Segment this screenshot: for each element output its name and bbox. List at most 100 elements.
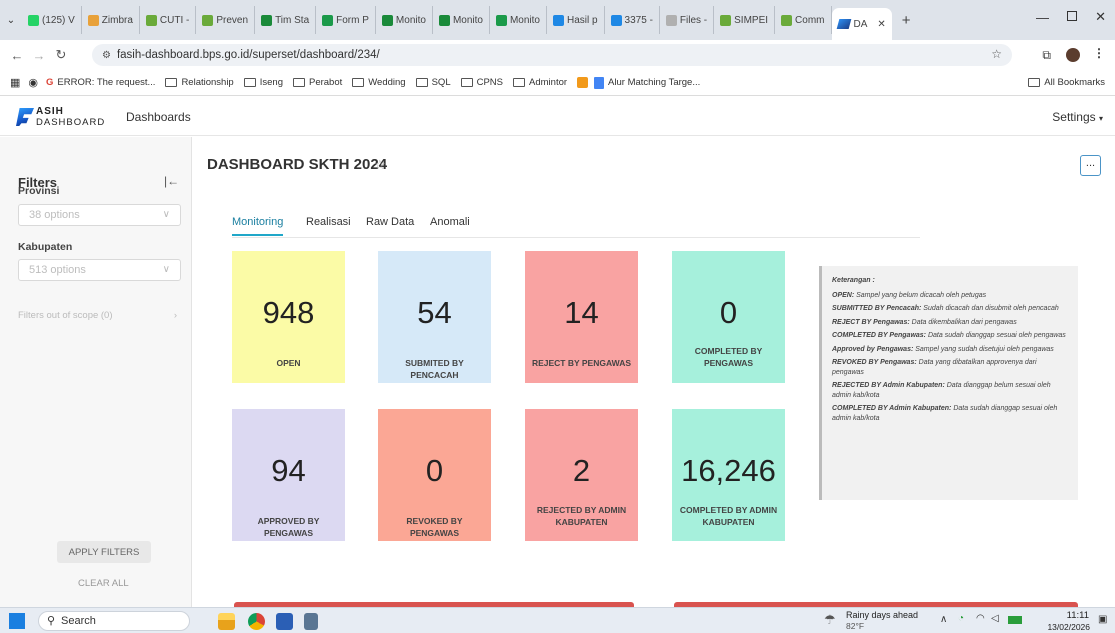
windows-start-icon[interactable] [9, 613, 25, 629]
browser-tab[interactable]: SIMPEI [714, 6, 776, 34]
legend-key: COMPLETED BY Pengawas: [832, 332, 927, 339]
profile-avatar[interactable] [1066, 48, 1080, 62]
bookmark-item[interactable]: Wedding [352, 77, 406, 88]
fasih-logo[interactable]: ASIH DASHBOARD [16, 106, 116, 130]
tab-realisasi[interactable]: Realisasi [306, 216, 351, 228]
tab-favicon-icon [610, 14, 622, 26]
back-icon[interactable]: ← [6, 48, 28, 63]
browser-menu-icon[interactable]: ⋮ [1093, 46, 1105, 60]
forward-icon[interactable]: → [28, 48, 50, 63]
legend-item: Approved by Pengawas: Sampel yang sudah … [832, 345, 1068, 355]
bookmark-item[interactable]: CPNS [460, 77, 503, 88]
volume-icon[interactable]: ◁ [991, 613, 999, 624]
bookmark-item[interactable]: G ERROR: The request... [46, 77, 155, 88]
minimize-window-icon[interactable]: — [1036, 10, 1049, 25]
tab-list-dropdown-icon[interactable]: ⌄ [0, 15, 22, 26]
browser-tab[interactable]: Tim Sta [255, 6, 317, 34]
provinsi-select[interactable]: 38 options ∨ [18, 204, 181, 226]
address-bar[interactable]: ⚙ fasih-dashboard.bps.go.id/superset/das… [92, 44, 1012, 66]
tab-title: Monito [509, 14, 540, 26]
kabupaten-select[interactable]: 513 options ∨ [18, 259, 181, 281]
browser-tab[interactable]: Monito [433, 6, 490, 34]
browser-tab[interactable]: 3375 - [605, 6, 660, 34]
clock-date[interactable]: 13/02/2026 [1034, 622, 1090, 632]
browser-tab[interactable]: Monito [376, 6, 433, 34]
favorite-star-icon[interactable]: ☆ [374, 157, 386, 173]
browser-tab[interactable]: Hasil p [547, 6, 605, 34]
dashboard-more-button[interactable]: ... [1080, 155, 1101, 176]
chrome-taskbar-icon[interactable] [248, 613, 265, 630]
document-app-icon[interactable] [304, 613, 318, 630]
apply-filters-label: APPLY FILTERS [68, 547, 140, 558]
battery-icon[interactable] [1008, 616, 1022, 624]
chevron-down-icon: ∨ [162, 209, 170, 220]
network-icon[interactable]: ◔ [958, 613, 964, 624]
card-label: COMPLETED BY PENGAWAS [694, 346, 763, 368]
bookmark-item[interactable]: Alur Matching Targe... [594, 76, 700, 89]
tab-monitoring[interactable]: Monitoring [232, 216, 284, 236]
settings-menu[interactable]: Settings ▾ [1052, 110, 1103, 124]
tab-title: Comm [795, 14, 825, 26]
collapse-sidebar-icon[interactable]: |← [164, 174, 179, 188]
card-value: 54 [417, 295, 452, 330]
close-window-icon[interactable]: ✕ [1095, 9, 1106, 25]
clear-all-button[interactable]: CLEAR ALL [78, 578, 129, 589]
status-card: 0 COMPLETED BY PENGAWAS [672, 251, 785, 383]
legend-item: REVOKED BY Pengawas: Data yang dibatalka… [832, 358, 1068, 377]
browser-tab[interactable]: CUTI - [140, 6, 197, 34]
browser-tab[interactable]: Comm [775, 6, 832, 34]
card-value: 948 [262, 295, 315, 330]
status-card: 0 REVOKED BY PENGAWAS [378, 409, 491, 541]
restore-window-icon[interactable] [1067, 11, 1077, 21]
more-icon: ... [1085, 157, 1096, 169]
bookmark-item[interactable]: Admintor [513, 77, 567, 88]
legend-panel: Keterangan : OPEN: Sampel yang belum dic… [819, 266, 1078, 500]
card-label: OPEN [276, 358, 301, 368]
bookmark-item[interactable]: Iseng [243, 77, 283, 88]
nav-dashboards-link[interactable]: Dashboards [126, 110, 191, 124]
file-explorer-icon[interactable] [218, 613, 235, 630]
browser-tab[interactable]: Preven [196, 6, 256, 34]
browser-tab[interactable]: Files - [660, 6, 715, 34]
shopping-bag-icon[interactable] [577, 77, 589, 88]
browser-tab[interactable]: Zimbra [82, 6, 140, 34]
tab-anomali[interactable]: Anomali [430, 216, 470, 228]
tab-raw-data[interactable]: Raw Data [366, 216, 414, 228]
bookmark-item[interactable]: Relationship [165, 77, 234, 88]
filters-out-of-scope[interactable]: Filters out of scope (0) › [18, 310, 181, 321]
show-hidden-icons-icon[interactable]: ∧ [940, 614, 947, 625]
apps-grid-icon[interactable]: ▦ [10, 76, 20, 89]
tab-title: (125) V [42, 14, 75, 26]
browser-tab[interactable]: Form P [316, 6, 376, 34]
tab-favicon-icon [665, 14, 677, 26]
tab-favicon-icon [495, 14, 507, 26]
browser-tab-active[interactable]: DA ✕ [831, 8, 892, 40]
site-info-icon[interactable]: ⚙ [102, 50, 111, 61]
browser-tab[interactable]: Monito [490, 6, 547, 34]
browser-tab[interactable]: (125) V [22, 6, 82, 34]
bookmark-item[interactable]: SQL [415, 77, 451, 88]
extensions-icon[interactable]: ⧉ [1042, 48, 1051, 63]
all-bookmarks-folder[interactable]: All Bookmarks [1028, 77, 1105, 88]
bookmark-star-icon[interactable]: ☆ [991, 47, 1002, 61]
weather-title[interactable]: Rainy days ahead [846, 610, 918, 620]
windows-taskbar: ⚲ Search ☂ Rainy days ahead 82°F ∧ ◔ ◠ ◁… [0, 607, 1115, 633]
reload-icon[interactable]: ↻ [50, 47, 72, 63]
bookmark-item[interactable]: Perabot [292, 77, 342, 88]
weather-icon[interactable]: ☂ [824, 612, 836, 628]
close-tab-icon[interactable]: ✕ [877, 19, 885, 30]
folder-icon [1028, 78, 1041, 87]
apply-filters-button[interactable]: APPLY FILTERS [57, 541, 151, 563]
new-tab-icon[interactable]: + [902, 12, 911, 29]
status-card: 94 APPROVED BY PENGAWAS [232, 409, 345, 541]
notifications-icon[interactable]: ▣ [1098, 614, 1107, 625]
app-header: ASIH DASHBOARD Dashboards Settings ▾ [0, 96, 1115, 136]
bookmark-label: Iseng [259, 77, 283, 88]
clock-time[interactable]: 11:11 [1045, 610, 1089, 621]
taskbar-search-box[interactable]: ⚲ Search [38, 611, 190, 631]
legend-item: REJECT BY Pengawas: Data dikembalikan da… [832, 318, 1068, 328]
word-icon[interactable] [276, 613, 293, 630]
bookmark-label: Admintor [529, 77, 568, 88]
bookmark-label: Wedding [368, 77, 406, 88]
wifi-icon[interactable]: ◠ [976, 613, 985, 624]
